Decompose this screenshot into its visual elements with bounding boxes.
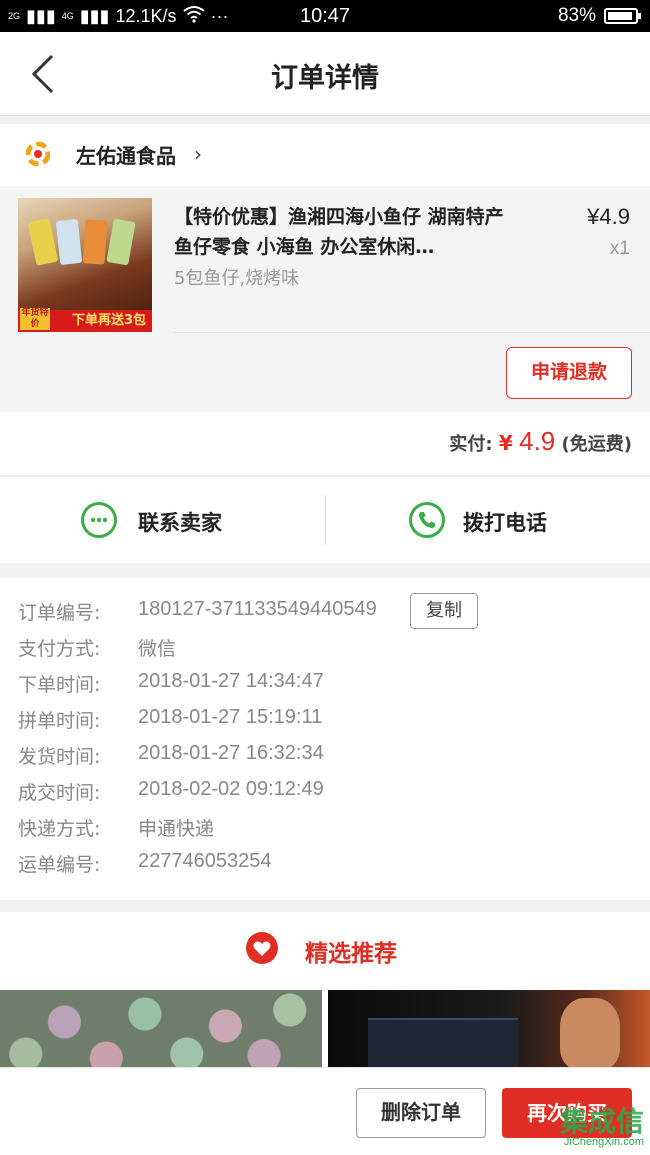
contact-seller-label: 联系卖家 — [138, 511, 222, 535]
info-key: 支付方式: — [18, 638, 101, 660]
shop-name: 左佑通食品 — [76, 144, 176, 168]
product-thumbnail: 下单再送3包 年货特价 — [18, 198, 152, 332]
package-image — [55, 218, 83, 266]
package-image — [82, 219, 108, 265]
watermark-logo: 集成信 — [559, 1105, 644, 1138]
product-price: ¥4.9 — [587, 204, 630, 229]
copy-button[interactable]: 复制 — [410, 593, 478, 629]
watermark: 集成信 JiChengXin.com — [532, 1100, 650, 1155]
product-title: 【特价优惠】渔湘四海小鱼仔 湖南特产 鱼仔零食 小海鱼 办公室休闲… — [174, 206, 504, 258]
call-phone-button[interactable]: 拨打电话 — [325, 477, 650, 563]
product-box-image — [368, 1018, 518, 1070]
status-right: 83% — [557, 5, 641, 27]
delete-order-button[interactable]: 删除订单 — [356, 1088, 486, 1138]
info-value: 227746053254 — [138, 850, 272, 872]
battery-percent: 83% — [557, 5, 596, 26]
info-value: 2018-02-02 09:12:49 — [138, 778, 324, 800]
nav-bar: 订单详情 — [0, 32, 650, 116]
payment-amount: 4.9 — [519, 426, 556, 456]
shop-row[interactable]: 左佑通食品 › — [0, 124, 650, 186]
call-phone-label: 拨打电话 — [463, 511, 547, 535]
info-key: 成交时间: — [18, 782, 101, 804]
info-key: 快递方式: — [18, 818, 101, 840]
info-key: 运单编号: — [18, 854, 101, 876]
recommend-item-fruit[interactable] — [0, 990, 322, 1070]
product-spec: 5包鱼仔,烧烤味 — [174, 268, 300, 289]
status-bar: 2G ▮▮▮ 4G ▮▮▮ 12.1K/s ··· 10:47 83% — [0, 0, 650, 32]
product-qty: x1 — [609, 238, 630, 259]
recommend-item-product[interactable] — [328, 990, 650, 1070]
info-value: 申通快递 — [138, 818, 215, 840]
recommend-title: 精选推荐 — [305, 941, 397, 967]
info-value: 微信 — [138, 638, 177, 660]
info-value: 2018-01-27 14:34:47 — [138, 670, 324, 692]
contact-row: 联系卖家 拨打电话 — [0, 477, 650, 563]
status-time: 10:47 — [299, 5, 351, 27]
info-key: 下单时间: — [18, 674, 101, 696]
info-value: 180127-371133549440549 — [138, 598, 377, 620]
contact-seller-button[interactable]: 联系卖家 — [0, 477, 325, 563]
page-title: 订单详情 — [271, 63, 379, 94]
chevron-right-icon: › — [194, 142, 202, 166]
payment-currency: ¥ — [498, 431, 513, 455]
payment-row: 实付: ¥ 4.9 (免运费) — [0, 412, 650, 476]
info-key: 拼单时间: — [18, 710, 101, 732]
info-key: 发货时间: — [18, 746, 101, 768]
info-value: 2018-01-27 15:19:11 — [138, 706, 323, 728]
divider — [174, 332, 650, 333]
info-value: 2018-01-27 16:32:34 — [138, 742, 324, 764]
info-key: 订单编号: — [18, 602, 101, 624]
order-info: 订单编号: 180127-371133549440549 复制 支付方式: 微信… — [0, 578, 650, 900]
person-image — [560, 998, 620, 1070]
shipping-note: (免运费) — [561, 434, 632, 455]
package-image — [27, 218, 59, 266]
phone-icon — [409, 502, 445, 538]
product-card[interactable]: 下单再送3包 年货特价 【特价优惠】渔湘四海小鱼仔 湖南特产 鱼仔零食 小海鱼 … — [0, 186, 650, 412]
payment-summary: 实付: ¥ 4.9 (免运费) — [449, 426, 632, 457]
watermark-url: JiChengXin.com — [563, 1136, 644, 1148]
refund-button[interactable]: 申请退款 — [506, 347, 632, 399]
package-image — [106, 218, 136, 266]
thumb-tag: 年货特价 — [20, 308, 50, 330]
chat-bubble-icon — [81, 502, 117, 538]
shop-logo-icon — [26, 142, 50, 166]
battery-icon — [604, 8, 641, 24]
payment-label: 实付: — [449, 434, 493, 455]
